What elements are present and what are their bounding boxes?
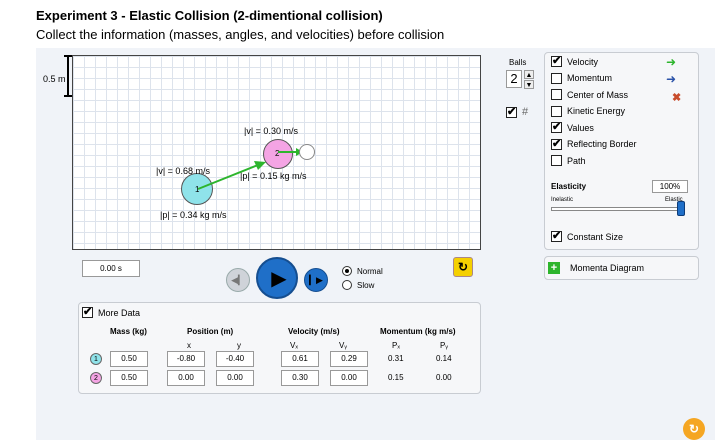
ball-1-py-value: 0.14 (436, 354, 452, 363)
option-velocity[interactable]: Velocity (551, 54, 599, 67)
option-checkbox[interactable] (551, 155, 562, 166)
option-label: Velocity (567, 56, 599, 67)
x-subheader: x (187, 341, 191, 350)
option-label: Kinetic Energy (567, 106, 626, 116)
speed-normal-option[interactable]: Normal (342, 266, 383, 276)
play-icon: ▶ (271, 267, 287, 290)
constant-size-label: Constant Size (567, 231, 624, 242)
ball-1-vx-field[interactable]: 0.61 (281, 351, 319, 367)
ball-2-vy-field[interactable]: 0.00 (330, 370, 368, 386)
option-center-of-mass[interactable]: Center of Mass (551, 89, 628, 100)
momentum-legend-icon: ➜ (666, 72, 677, 86)
ball-1-speed-label: |v| = 0.68 m/s (156, 166, 210, 176)
expand-momenta-diagram-icon[interactable]: + (548, 262, 560, 274)
more-data-label: More Data (98, 307, 141, 318)
option-momentum[interactable]: Momentum (551, 72, 613, 84)
more-data-toggle[interactable]: More Data (82, 305, 141, 318)
step-forward-button[interactable]: ▎▶ (304, 268, 328, 292)
option-values[interactable]: Values (551, 120, 594, 133)
option-checkbox[interactable] (551, 54, 562, 67)
momenta-diagram-label: Momenta Diagram (570, 263, 645, 273)
balls-increment-button[interactable]: ▲ (524, 70, 534, 79)
option-label: Path (567, 155, 586, 166)
vy-subheader: Vᵧ (339, 341, 347, 350)
ball-2-x-field[interactable]: 0.00 (167, 370, 205, 386)
balls-count[interactable]: 2 (506, 70, 522, 88)
page-subheading: Collect the information (masses, angles,… (36, 27, 445, 42)
speed-normal-label: Normal (357, 266, 383, 276)
ball-2-velocity-handle[interactable] (299, 144, 315, 160)
center-of-mass-legend-icon: ✖ (672, 92, 682, 104)
velocity-legend-icon: ➜ (666, 55, 677, 69)
speed-slow-radio[interactable] (342, 280, 352, 290)
mass-header: Mass (kg) (110, 327, 147, 336)
ball-1-badge: 1 (90, 353, 102, 365)
speed-slow-option[interactable]: Slow (342, 280, 374, 290)
vx-subheader: Vₓ (290, 341, 298, 350)
elasticity-slider-track[interactable] (551, 207, 681, 211)
time-display: 0.00 s (82, 260, 140, 277)
step-forward-icon: ▎▶ (309, 274, 323, 285)
ball-2-mass-field[interactable]: 0.50 (110, 370, 148, 386)
y-subheader: y (237, 341, 241, 350)
ball-2-badge: 2 (90, 372, 102, 384)
ball-1-px-value: 0.31 (388, 354, 404, 363)
reset-icon: ↻ (457, 260, 469, 274)
py-subheader: Pᵧ (440, 341, 448, 350)
grid-checkbox[interactable] (506, 105, 517, 118)
speed-normal-radio[interactable] (342, 266, 352, 276)
grid-icon: # (522, 106, 529, 118)
page-heading: Experiment 3 - Elastic Collision (2-dime… (36, 8, 383, 23)
ball-1-x-field[interactable]: -0.80 (167, 351, 205, 367)
play-button[interactable]: ▶ (256, 257, 298, 299)
scale-label: 0.5 m (43, 74, 66, 84)
ball-1-vy-field[interactable]: 0.29 (330, 351, 368, 367)
option-checkbox[interactable] (551, 137, 562, 150)
option-checkbox[interactable] (551, 105, 562, 117)
option-label: Reflecting Border (567, 139, 637, 149)
ball-1-momentum-label: |p| = 0.34 kg m/s (160, 210, 227, 220)
elasticity-slider-thumb[interactable] (677, 201, 685, 216)
balls-label: Balls (509, 58, 527, 67)
elasticity-value: 100% (652, 180, 688, 193)
ball-1-mass-field[interactable]: 0.50 (110, 351, 148, 367)
more-data-checkbox[interactable] (82, 305, 93, 318)
elasticity-min-label: Inelastic (551, 197, 574, 203)
option-kinetic-energy[interactable]: Kinetic Energy (551, 105, 626, 117)
velocity-header: Velocity (m/s) (288, 327, 340, 336)
speed-slow-label: Slow (357, 280, 375, 290)
phet-logo-icon: ↻ (683, 418, 705, 440)
elasticity-title: Elasticity (551, 182, 587, 191)
grid-toggle[interactable]: # (506, 105, 529, 118)
position-header: Position (m) (187, 327, 234, 336)
option-label: Values (567, 122, 594, 133)
reset-button[interactable]: ↻ (453, 257, 473, 277)
option-label: Center of Mass (567, 89, 629, 100)
ball-2-px-value: 0.15 (388, 373, 404, 382)
step-back-button[interactable]: ◀▎ (226, 268, 250, 292)
step-back-icon: ◀▎ (231, 274, 245, 285)
option-reflecting-border[interactable]: Reflecting Border (551, 137, 637, 150)
constant-size-option[interactable]: Constant Size (551, 229, 624, 242)
option-checkbox[interactable] (551, 120, 562, 133)
momentum-header: Momentum (kg m/s) (380, 327, 456, 336)
ball-2-vx-field[interactable]: 0.30 (281, 370, 319, 386)
ball-2-py-value: 0.00 (436, 373, 452, 382)
scale-bar (64, 55, 72, 97)
constant-size-checkbox[interactable] (551, 229, 562, 242)
ball-2-y-field[interactable]: 0.00 (216, 370, 254, 386)
balls-decrement-button[interactable]: ▼ (524, 80, 534, 89)
option-label: Momentum (567, 73, 613, 83)
option-checkbox[interactable] (551, 72, 562, 84)
ball-2-speed-label: |v| = 0.30 m/s (244, 126, 298, 136)
px-subheader: Pₓ (392, 341, 400, 350)
option-checkbox[interactable] (551, 89, 562, 100)
ball-1-y-field[interactable]: -0.40 (216, 351, 254, 367)
option-path[interactable]: Path (551, 155, 586, 166)
